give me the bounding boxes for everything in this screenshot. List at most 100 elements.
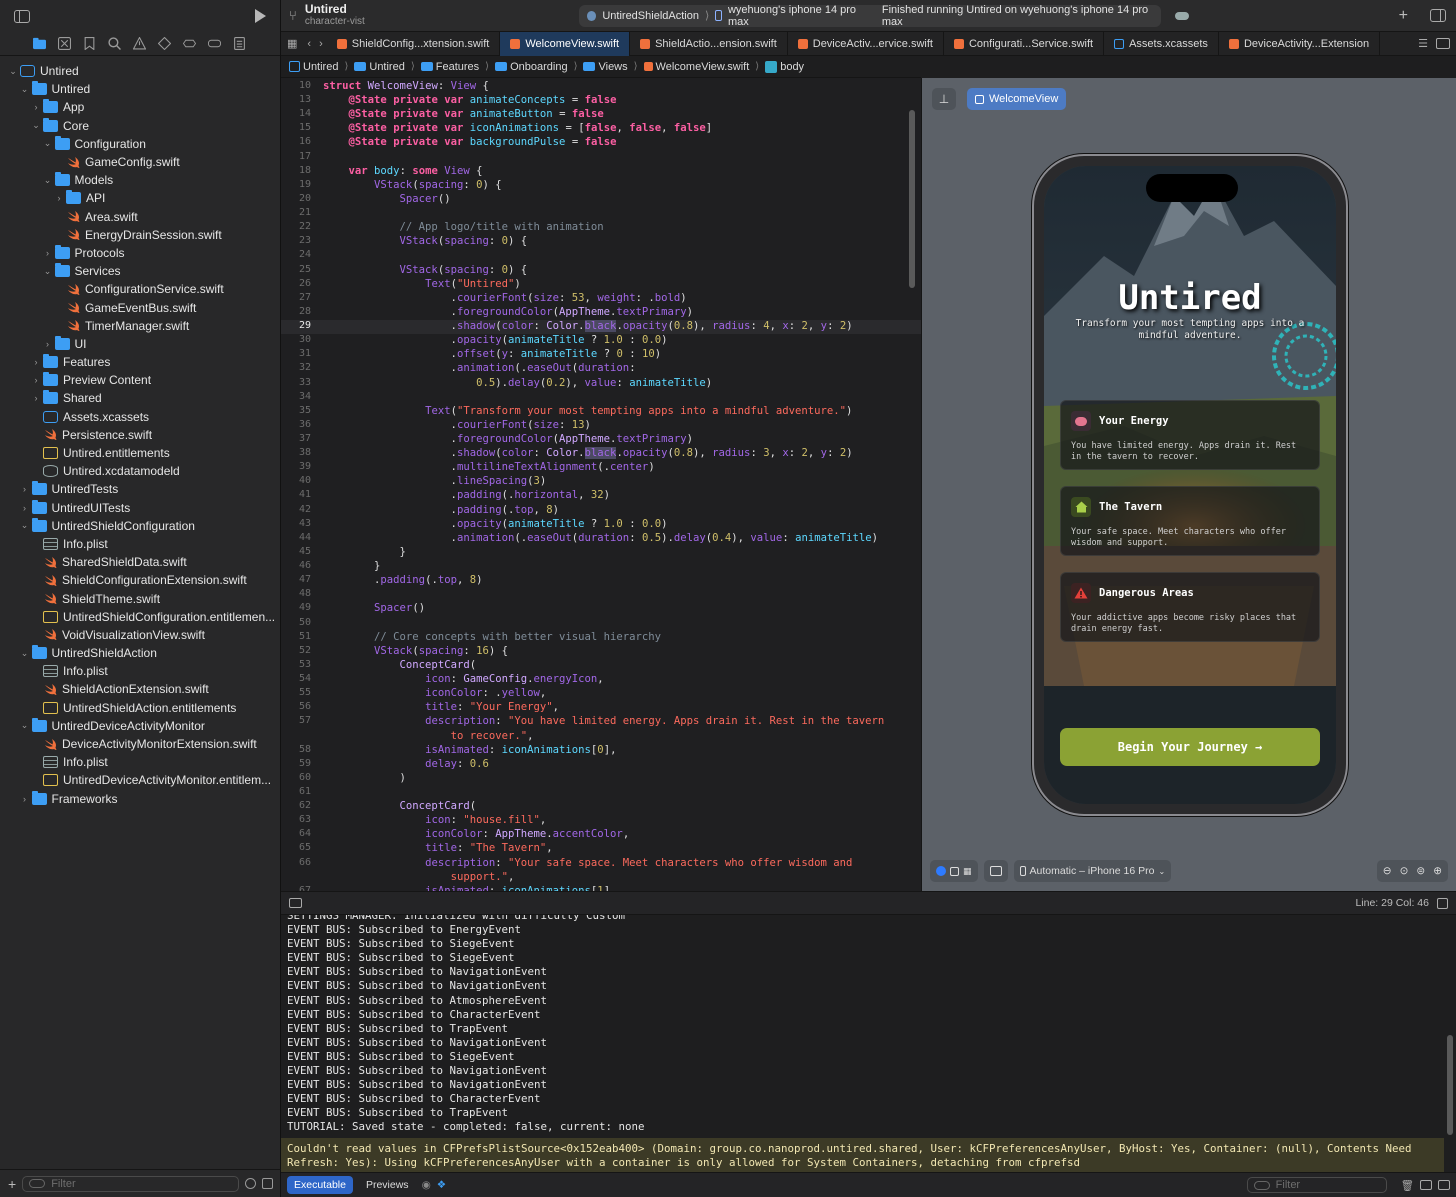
code-line[interactable]: // Core concepts with better visual hier…: [323, 631, 661, 643]
breakpoint-icon[interactable]: [208, 37, 221, 50]
code-line[interactable]: .multilineTextAlignment(.center): [323, 461, 655, 473]
disclosure-closed-icon[interactable]: ›: [31, 393, 41, 403]
device-selector[interactable]: Automatic – iPhone 16 Pro ⌄: [1013, 860, 1172, 882]
code-line[interactable]: .padding(.horizontal, 32): [323, 489, 611, 501]
live-preview-icon[interactable]: ▦: [930, 860, 978, 882]
code-line[interactable]: ConceptCard(: [323, 659, 477, 671]
tree-folder[interactable]: › Frameworks: [0, 790, 280, 808]
editor-tab[interactable]: ShieldConfig...xtension.swift: [327, 31, 501, 56]
tree-file[interactable]: ShieldConfigurationExtension.swift: [0, 571, 280, 589]
code-line[interactable]: struct WelcomeView: View {: [323, 80, 489, 92]
disclosure-closed-icon[interactable]: ›: [31, 357, 41, 367]
layout-left-icon[interactable]: [1420, 1180, 1432, 1190]
tree-file[interactable]: TimerManager.swift: [0, 317, 280, 335]
disclosure-closed-icon[interactable]: ›: [54, 193, 64, 203]
tree-file[interactable]: Untired.xcdatamodeld: [0, 462, 280, 480]
code-line[interactable]: VStack(spacing: 16) {: [323, 645, 508, 657]
editor-tab[interactable]: WelcomeView.swift: [500, 31, 631, 56]
trash-icon[interactable]: 🗑: [1401, 1179, 1414, 1192]
navigator-filter-input[interactable]: Filter: [22, 1175, 239, 1192]
console-scrollbar[interactable]: [1447, 1035, 1453, 1135]
code-line[interactable]: // App logo/title with animation: [323, 221, 604, 233]
disclosure-open-icon[interactable]: ⌄: [20, 648, 30, 659]
code-line[interactable]: .animation(.easeOut(duration:: [323, 362, 636, 374]
tree-file[interactable]: VoidVisualizationView.swift: [0, 626, 280, 644]
code-line[interactable]: icon: "house.fill",: [323, 814, 546, 826]
forward-icon[interactable]: ›: [315, 32, 327, 56]
code-line[interactable]: VStack(spacing: 0) {: [323, 264, 528, 276]
find-icon[interactable]: [108, 37, 121, 50]
bookmark-icon[interactable]: [83, 37, 96, 50]
zoom-fit-icon[interactable]: ⊙: [1400, 865, 1409, 877]
tree-file[interactable]: ShieldTheme.swift: [0, 589, 280, 607]
test-diamond-icon[interactable]: [158, 37, 171, 50]
code-line[interactable]: .opacity(animateTitle ? 1.0 : 0.0): [323, 334, 668, 346]
code-line[interactable]: .opacity(animateTitle ? 1.0 : 0.0): [323, 518, 668, 530]
code-line[interactable]: iconColor: AppTheme.accentColor,: [323, 828, 629, 840]
code-line[interactable]: Spacer(): [323, 193, 451, 205]
code-line[interactable]: Text("Untired"): [323, 278, 521, 290]
console-filter-input[interactable]: Filter: [1246, 1177, 1387, 1193]
disclosure-closed-icon[interactable]: ›: [43, 339, 53, 349]
code-line[interactable]: .offset(y: animateTitle ? 0 : 10): [323, 348, 662, 360]
zoom-out-icon[interactable]: ⊖: [1383, 865, 1392, 877]
code-line[interactable]: .foregroundColor(AppTheme.textPrimary): [323, 433, 693, 445]
editor-tab[interactable]: Assets.xcassets: [1104, 31, 1219, 56]
layout-right-icon[interactable]: [1438, 1180, 1450, 1190]
code-line[interactable]: delay: 0.6: [323, 758, 489, 770]
code-line[interactable]: .padding(.top, 8): [323, 504, 560, 516]
editor-tab[interactable]: Configurati...Service.swift: [944, 31, 1105, 56]
run-button-icon[interactable]: [255, 9, 266, 23]
branch-name[interactable]: character-vist: [305, 16, 365, 28]
tree-folder[interactable]: ⌄ UntiredShieldConfiguration: [0, 517, 280, 535]
code-line[interactable]: Text("Transform your most tempting apps …: [323, 405, 852, 417]
source-control-icon[interactable]: [58, 37, 71, 50]
breadcrumb-item[interactable]: Onboarding: [495, 61, 568, 73]
editor-tab[interactable]: DeviceActiv...ervice.swift: [788, 31, 944, 56]
tree-folder[interactable]: › Shared: [0, 389, 280, 407]
preview-selector-chip[interactable]: WelcomeView: [967, 88, 1067, 110]
tree-folder[interactable]: › UntiredUITests: [0, 499, 280, 517]
tree-folder[interactable]: › Preview Content: [0, 371, 280, 389]
tree-folder[interactable]: ⌄ Models: [0, 171, 280, 189]
tree-folder[interactable]: › Features: [0, 353, 280, 371]
tree-folder[interactable]: ⌄ Configuration: [0, 135, 280, 153]
disclosure-closed-icon[interactable]: ›: [20, 794, 30, 804]
sidebar-toggle-icon[interactable]: [14, 9, 30, 23]
code-line[interactable]: }: [323, 560, 380, 572]
disclosure-closed-icon[interactable]: ›: [31, 102, 41, 112]
source-editor[interactable]: 10 struct WelcomeView: View {13 @State pr…: [281, 78, 921, 891]
breadcrumb-item[interactable]: Untired: [289, 61, 338, 73]
console-output[interactable]: SETTINGS MANAGER: Initialized with diffi…: [281, 915, 1456, 1172]
code-line[interactable]: .padding(.top, 8): [323, 574, 483, 586]
code-line[interactable]: .courierFont(size: 13): [323, 419, 591, 431]
previews-tab[interactable]: Previews: [359, 1176, 416, 1194]
tree-file[interactable]: GameConfig.swift: [0, 153, 280, 171]
editor-options-icon[interactable]: ☰: [1418, 37, 1428, 50]
code-line[interactable]: .animation(.easeOut(duration: 0.5).delay…: [323, 532, 878, 544]
tree-folder[interactable]: ⌄ Untired: [0, 62, 280, 80]
device-settings-icon[interactable]: [983, 860, 1008, 882]
tree-folder[interactable]: › Protocols: [0, 244, 280, 262]
split-console-icon[interactable]: [1437, 897, 1448, 909]
code-line[interactable]: title: "Your Energy",: [323, 701, 559, 713]
eye-icon[interactable]: ◉: [422, 1179, 431, 1191]
code-line[interactable]: .shadow(color: Color.black.opacity(0.8),…: [323, 320, 853, 333]
code-line[interactable]: .courierFont(size: 53, weight: .bold): [323, 292, 687, 304]
code-line[interactable]: to recover.",: [323, 730, 534, 742]
code-line[interactable]: .foregroundColor(AppTheme.textPrimary): [323, 306, 693, 318]
tree-file[interactable]: SharedShieldData.swift: [0, 553, 280, 571]
code-line[interactable]: @State private var animateButton = false: [323, 108, 604, 120]
breadcrumb-item[interactable]: Features: [420, 61, 479, 73]
tree-file[interactable]: UntiredDeviceActivityMonitor.entitlem...: [0, 771, 280, 789]
tree-folder[interactable]: ⌄ Services: [0, 262, 280, 280]
tree-file[interactable]: Info.plist: [0, 535, 280, 553]
add-editor-icon[interactable]: [1436, 38, 1450, 49]
editor-scrollbar[interactable]: [909, 110, 915, 288]
code-line[interactable]: var body: some View {: [323, 165, 483, 177]
tree-file[interactable]: ShieldActionExtension.swift: [0, 680, 280, 698]
add-icon[interactable]: +: [8, 1176, 16, 1192]
begin-journey-button[interactable]: Begin Your Journey →: [1060, 728, 1320, 766]
tree-file[interactable]: EnergyDrainSession.swift: [0, 226, 280, 244]
code-line[interactable]: description: "You have limited energy. A…: [323, 715, 884, 727]
